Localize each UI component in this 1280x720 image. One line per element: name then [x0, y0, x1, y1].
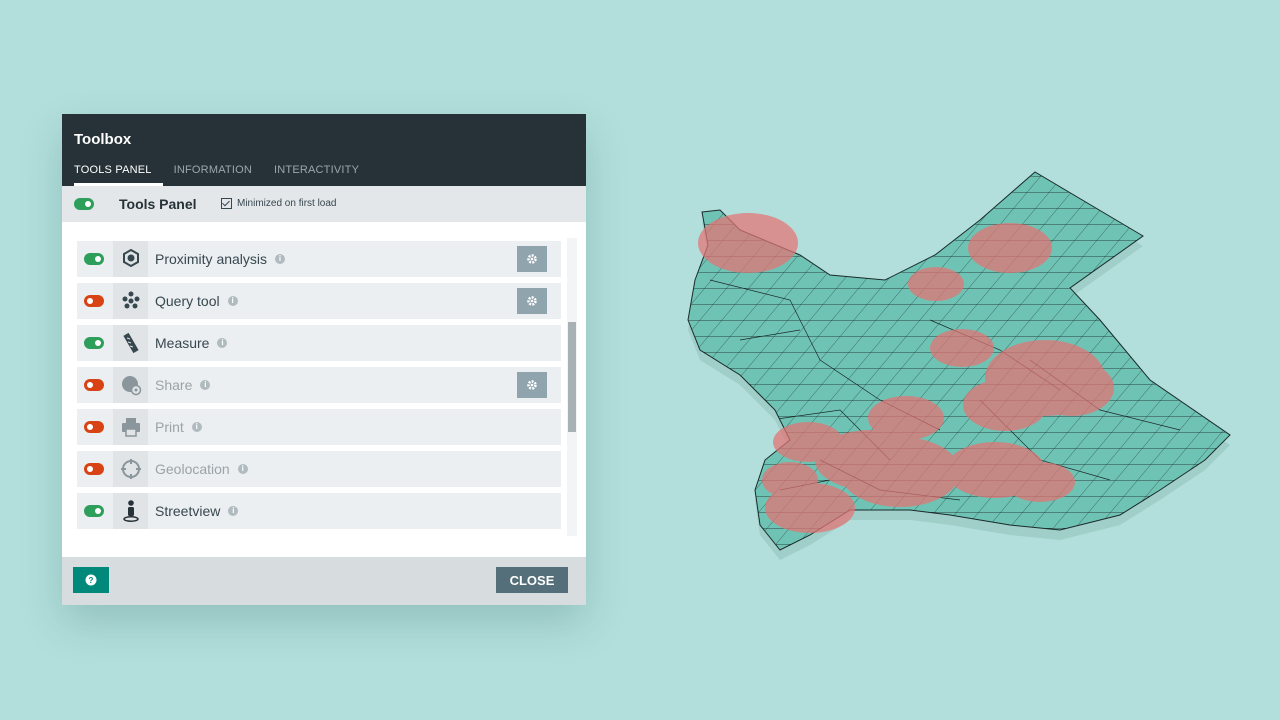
tool-list: Proximity analysis i Query tool i Measure i — [77, 241, 561, 535]
close-button[interactable]: CLOSE — [496, 567, 568, 593]
dialog-title: Toolbox — [74, 131, 132, 148]
crosshair-icon — [113, 451, 148, 487]
info-icon[interactable]: i — [228, 506, 239, 516]
help-button[interactable]: ? — [73, 567, 109, 593]
tool-row-measure: Measure i — [77, 325, 561, 361]
info-icon[interactable]: i — [275, 254, 286, 264]
info-icon[interactable]: i — [227, 296, 238, 306]
dialog-header: Toolbox TOOLS PANEL INFORMATION INTERACT… — [62, 114, 586, 186]
tool-row-streetview: Streetview i — [77, 493, 561, 529]
proximity-analysis-toggle[interactable] — [84, 253, 104, 265]
tab-information[interactable]: INFORMATION — [174, 164, 263, 186]
tab-interactivity[interactable]: INTERACTIVITY — [274, 164, 370, 186]
tool-row-proximity-analysis: Proximity analysis i — [77, 241, 561, 277]
gear-icon — [527, 380, 537, 390]
info-icon[interactable]: i — [200, 380, 211, 390]
query-tool-toggle[interactable] — [84, 295, 104, 307]
tab-tools-panel[interactable]: TOOLS PANEL — [74, 164, 163, 186]
gear-icon — [527, 254, 537, 264]
minimized-label: Minimized on first load — [237, 198, 337, 209]
pegman-icon — [113, 493, 148, 529]
tool-label: Geolocation — [155, 461, 230, 477]
county-heatmap — [687, 171, 1231, 560]
tools-panel-toggle[interactable] — [74, 198, 94, 210]
proximity-analysis-settings-button[interactable] — [517, 246, 547, 272]
tools-panel-header: Tools Panel Minimized on first load — [62, 186, 586, 222]
geolocation-toggle[interactable] — [84, 463, 104, 475]
tools-panel-title: Tools Panel — [119, 196, 197, 212]
tool-label: Streetview — [155, 503, 221, 519]
gear-icon — [527, 296, 537, 306]
streetview-toggle[interactable] — [84, 505, 104, 517]
dialog-footer: ? CLOSE — [62, 557, 586, 605]
print-toggle[interactable] — [84, 421, 104, 433]
tool-row-print: Print i — [77, 409, 561, 445]
tool-row-share: Share i — [77, 367, 561, 403]
globe-share-icon — [113, 367, 148, 403]
tab-bar: TOOLS PANEL INFORMATION INTERACTIVITY — [74, 164, 381, 186]
info-icon[interactable]: i — [237, 464, 248, 474]
printer-icon — [113, 409, 148, 445]
tool-label: Proximity analysis — [155, 251, 268, 267]
tool-label: Print — [155, 419, 184, 435]
question-icon: ? — [85, 574, 97, 586]
svg-text:?: ? — [89, 576, 94, 585]
hexagon-network-icon — [113, 241, 148, 277]
tool-label: Share — [155, 377, 193, 393]
info-icon[interactable]: i — [191, 422, 202, 432]
tool-row-query-tool: Query tool i — [77, 283, 561, 319]
ruler-icon — [113, 325, 148, 361]
dots-cluster-icon — [113, 283, 148, 319]
info-icon[interactable]: i — [217, 338, 228, 348]
tool-row-geolocation: Geolocation i — [77, 451, 561, 487]
share-settings-button[interactable] — [517, 372, 547, 398]
scrollbar-thumb[interactable] — [568, 322, 576, 432]
toolbox-dialog: Toolbox TOOLS PANEL INFORMATION INTERACT… — [62, 114, 586, 605]
share-toggle[interactable] — [84, 379, 104, 391]
query-tool-settings-button[interactable] — [517, 288, 547, 314]
tool-label: Query tool — [155, 293, 220, 309]
checkbox-checked-icon — [221, 198, 232, 209]
minimized-checkbox[interactable]: Minimized on first load — [221, 198, 336, 209]
measure-toggle[interactable] — [84, 337, 104, 349]
tool-label: Measure — [155, 335, 210, 351]
tool-list-scrollbar[interactable] — [567, 238, 577, 536]
